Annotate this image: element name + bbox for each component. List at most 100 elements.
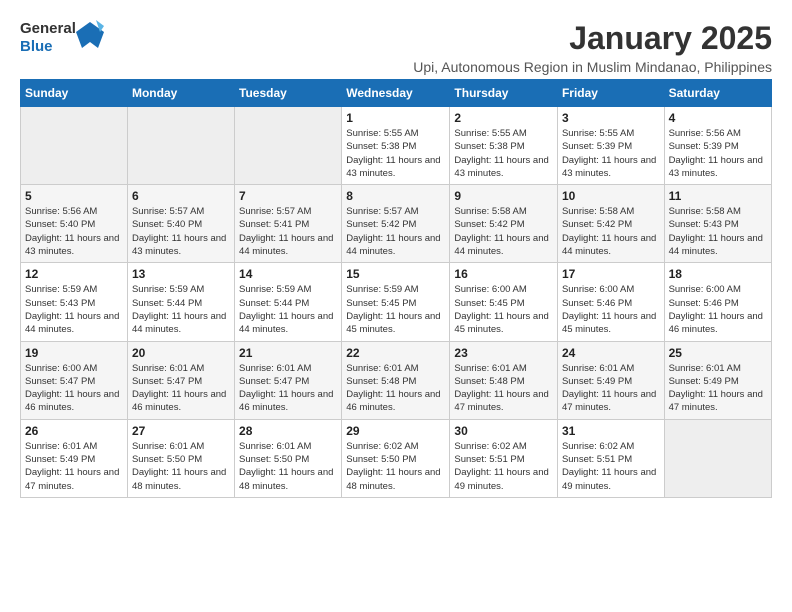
day-info: Sunrise: 5:58 AM Sunset: 5:42 PM Dayligh… [454, 205, 553, 258]
day-info: Sunrise: 5:59 AM Sunset: 5:43 PM Dayligh… [25, 283, 123, 336]
day-info: Sunrise: 6:01 AM Sunset: 5:47 PM Dayligh… [132, 362, 230, 415]
day-number: 3 [562, 111, 660, 125]
calendar-header-row: Sunday Monday Tuesday Wednesday Thursday… [21, 80, 772, 107]
day-number: 7 [239, 189, 337, 203]
day-number: 4 [669, 111, 767, 125]
table-row: 4 Sunrise: 5:56 AM Sunset: 5:39 PM Dayli… [664, 107, 771, 185]
table-row: 13 Sunrise: 5:59 AM Sunset: 5:44 PM Dayl… [127, 263, 234, 341]
table-row: 23 Sunrise: 6:01 AM Sunset: 5:48 PM Dayl… [450, 341, 558, 419]
table-row: 19 Sunrise: 6:00 AM Sunset: 5:47 PM Dayl… [21, 341, 128, 419]
day-number: 10 [562, 189, 660, 203]
table-row: 20 Sunrise: 6:01 AM Sunset: 5:47 PM Dayl… [127, 341, 234, 419]
day-info: Sunrise: 5:56 AM Sunset: 5:39 PM Dayligh… [669, 127, 767, 180]
day-info: Sunrise: 5:55 AM Sunset: 5:39 PM Dayligh… [562, 127, 660, 180]
day-info: Sunrise: 5:57 AM Sunset: 5:42 PM Dayligh… [346, 205, 445, 258]
table-row: 15 Sunrise: 5:59 AM Sunset: 5:45 PM Dayl… [342, 263, 450, 341]
calendar-body: 1 Sunrise: 5:55 AM Sunset: 5:38 PM Dayli… [21, 107, 772, 498]
day-number: 17 [562, 267, 660, 281]
table-row: 7 Sunrise: 5:57 AM Sunset: 5:41 PM Dayli… [235, 185, 342, 263]
table-row: 29 Sunrise: 6:02 AM Sunset: 5:50 PM Dayl… [342, 419, 450, 497]
day-info: Sunrise: 6:00 AM Sunset: 5:46 PM Dayligh… [669, 283, 767, 336]
calendar-week-row: 19 Sunrise: 6:00 AM Sunset: 5:47 PM Dayl… [21, 341, 772, 419]
table-row: 27 Sunrise: 6:01 AM Sunset: 5:50 PM Dayl… [127, 419, 234, 497]
day-number: 14 [239, 267, 337, 281]
logo: General Blue [20, 20, 104, 56]
table-row: 25 Sunrise: 6:01 AM Sunset: 5:49 PM Dayl… [664, 341, 771, 419]
calendar-subtitle: Upi, Autonomous Region in Muslim Mindana… [413, 59, 772, 75]
header-friday: Friday [557, 80, 664, 107]
day-number: 5 [25, 189, 123, 203]
day-info: Sunrise: 5:59 AM Sunset: 5:44 PM Dayligh… [132, 283, 230, 336]
day-number: 26 [25, 424, 123, 438]
day-number: 25 [669, 346, 767, 360]
day-number: 22 [346, 346, 445, 360]
table-row: 5 Sunrise: 5:56 AM Sunset: 5:40 PM Dayli… [21, 185, 128, 263]
day-info: Sunrise: 5:56 AM Sunset: 5:40 PM Dayligh… [25, 205, 123, 258]
table-row: 30 Sunrise: 6:02 AM Sunset: 5:51 PM Dayl… [450, 419, 558, 497]
table-row: 6 Sunrise: 5:57 AM Sunset: 5:40 PM Dayli… [127, 185, 234, 263]
day-number: 11 [669, 189, 767, 203]
table-row: 18 Sunrise: 6:00 AM Sunset: 5:46 PM Dayl… [664, 263, 771, 341]
table-row: 12 Sunrise: 5:59 AM Sunset: 5:43 PM Dayl… [21, 263, 128, 341]
day-number: 1 [346, 111, 445, 125]
table-row: 10 Sunrise: 5:58 AM Sunset: 5:42 PM Dayl… [557, 185, 664, 263]
day-number: 6 [132, 189, 230, 203]
calendar-week-row: 1 Sunrise: 5:55 AM Sunset: 5:38 PM Dayli… [21, 107, 772, 185]
table-row: 22 Sunrise: 6:01 AM Sunset: 5:48 PM Dayl… [342, 341, 450, 419]
table-row: 3 Sunrise: 5:55 AM Sunset: 5:39 PM Dayli… [557, 107, 664, 185]
day-info: Sunrise: 6:01 AM Sunset: 5:47 PM Dayligh… [239, 362, 337, 415]
day-number: 15 [346, 267, 445, 281]
day-number: 24 [562, 346, 660, 360]
day-number: 30 [454, 424, 553, 438]
table-row: 31 Sunrise: 6:02 AM Sunset: 5:51 PM Dayl… [557, 419, 664, 497]
day-number: 18 [669, 267, 767, 281]
day-number: 28 [239, 424, 337, 438]
table-row: 11 Sunrise: 5:58 AM Sunset: 5:43 PM Dayl… [664, 185, 771, 263]
day-number: 23 [454, 346, 553, 360]
table-row [235, 107, 342, 185]
table-row: 28 Sunrise: 6:01 AM Sunset: 5:50 PM Dayl… [235, 419, 342, 497]
day-number: 9 [454, 189, 553, 203]
day-info: Sunrise: 6:02 AM Sunset: 5:50 PM Dayligh… [346, 440, 445, 493]
day-info: Sunrise: 6:01 AM Sunset: 5:49 PM Dayligh… [562, 362, 660, 415]
table-row [21, 107, 128, 185]
day-number: 27 [132, 424, 230, 438]
day-number: 2 [454, 111, 553, 125]
day-info: Sunrise: 6:01 AM Sunset: 5:50 PM Dayligh… [239, 440, 337, 493]
day-info: Sunrise: 6:00 AM Sunset: 5:46 PM Dayligh… [562, 283, 660, 336]
day-info: Sunrise: 6:01 AM Sunset: 5:48 PM Dayligh… [454, 362, 553, 415]
day-info: Sunrise: 6:00 AM Sunset: 5:45 PM Dayligh… [454, 283, 553, 336]
day-info: Sunrise: 5:55 AM Sunset: 5:38 PM Dayligh… [454, 127, 553, 180]
table-row: 21 Sunrise: 6:01 AM Sunset: 5:47 PM Dayl… [235, 341, 342, 419]
page-header: General Blue January 2025 Upi, Autonomou… [20, 20, 772, 75]
day-info: Sunrise: 6:00 AM Sunset: 5:47 PM Dayligh… [25, 362, 123, 415]
header-tuesday: Tuesday [235, 80, 342, 107]
day-info: Sunrise: 6:02 AM Sunset: 5:51 PM Dayligh… [454, 440, 553, 493]
header-saturday: Saturday [664, 80, 771, 107]
calendar-title: January 2025 [413, 20, 772, 57]
table-row: 8 Sunrise: 5:57 AM Sunset: 5:42 PM Dayli… [342, 185, 450, 263]
day-info: Sunrise: 5:58 AM Sunset: 5:43 PM Dayligh… [669, 205, 767, 258]
header-wednesday: Wednesday [342, 80, 450, 107]
day-number: 19 [25, 346, 123, 360]
day-number: 21 [239, 346, 337, 360]
table-row: 26 Sunrise: 6:01 AM Sunset: 5:49 PM Dayl… [21, 419, 128, 497]
calendar-week-row: 5 Sunrise: 5:56 AM Sunset: 5:40 PM Dayli… [21, 185, 772, 263]
day-info: Sunrise: 5:57 AM Sunset: 5:40 PM Dayligh… [132, 205, 230, 258]
header-thursday: Thursday [450, 80, 558, 107]
day-number: 13 [132, 267, 230, 281]
table-row: 16 Sunrise: 6:00 AM Sunset: 5:45 PM Dayl… [450, 263, 558, 341]
day-info: Sunrise: 6:02 AM Sunset: 5:51 PM Dayligh… [562, 440, 660, 493]
day-number: 20 [132, 346, 230, 360]
table-row: 14 Sunrise: 5:59 AM Sunset: 5:44 PM Dayl… [235, 263, 342, 341]
title-area: January 2025 Upi, Autonomous Region in M… [413, 20, 772, 75]
day-number: 29 [346, 424, 445, 438]
day-number: 31 [562, 424, 660, 438]
day-number: 12 [25, 267, 123, 281]
day-info: Sunrise: 5:57 AM Sunset: 5:41 PM Dayligh… [239, 205, 337, 258]
header-monday: Monday [127, 80, 234, 107]
day-info: Sunrise: 5:59 AM Sunset: 5:44 PM Dayligh… [239, 283, 337, 336]
calendar-week-row: 26 Sunrise: 6:01 AM Sunset: 5:49 PM Dayl… [21, 419, 772, 497]
day-info: Sunrise: 5:58 AM Sunset: 5:42 PM Dayligh… [562, 205, 660, 258]
day-info: Sunrise: 6:01 AM Sunset: 5:50 PM Dayligh… [132, 440, 230, 493]
